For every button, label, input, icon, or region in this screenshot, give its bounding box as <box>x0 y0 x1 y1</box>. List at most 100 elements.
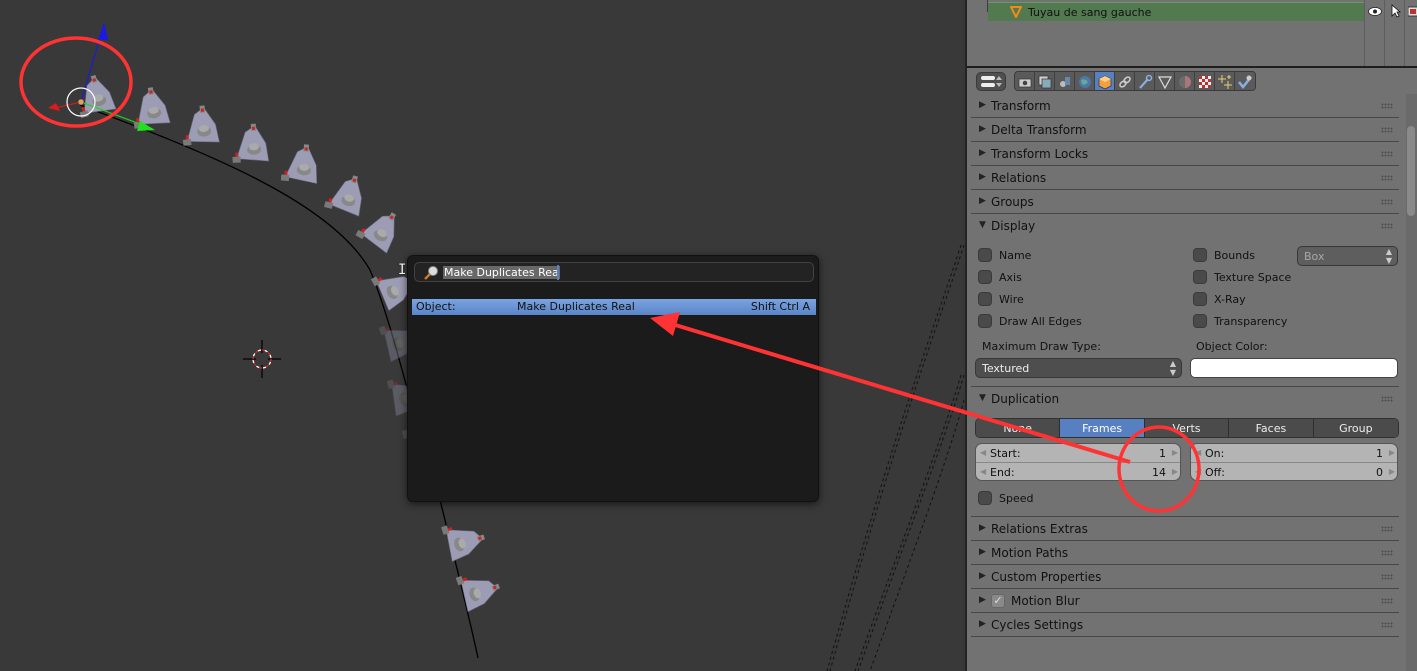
editor-type-selector[interactable] <box>976 72 1006 91</box>
tab-constraints[interactable] <box>1115 72 1135 90</box>
object-color-swatch[interactable] <box>1190 358 1398 378</box>
increment-arrow-icon[interactable]: ▶ <box>1389 467 1395 476</box>
texture-space-checkbox[interactable] <box>1193 270 1207 284</box>
speed-checkbox[interactable] <box>978 491 992 505</box>
panel-relations-extras[interactable]: ▶ Relations Extras <box>971 517 1399 541</box>
wire-checkbox[interactable] <box>978 292 992 306</box>
panel-drag-grip[interactable] <box>1381 199 1393 205</box>
panel-delta-transform[interactable]: ▶ Delta Transform <box>971 118 1399 142</box>
panel-title: Delta Transform <box>991 123 1087 137</box>
updown-arrows-icon: ▲ ▼ <box>1385 247 1392 265</box>
name-checkbox[interactable] <box>978 248 992 262</box>
motion-blur-checkbox[interactable]: ✓ <box>991 594 1005 608</box>
tab-render[interactable] <box>1015 72 1035 90</box>
duplication-mode-frames[interactable]: Frames <box>1060 419 1145 437</box>
increment-arrow-icon[interactable]: ▶ <box>1172 467 1178 476</box>
panel-cycles-settings[interactable]: ▶ Cycles Settings <box>971 613 1399 637</box>
duplication-mode-faces[interactable]: Faces <box>1229 419 1314 437</box>
duplication-mode-verts[interactable]: Verts <box>1144 419 1230 437</box>
end-frame-field[interactable]: ◀ End: 14 ▶ <box>976 463 1180 480</box>
panel-title: Cycles Settings <box>991 618 1084 632</box>
start-frame-field[interactable]: ◀ Start: 1 ▶ <box>976 444 1180 463</box>
panel-drag-grip[interactable] <box>1381 550 1393 556</box>
tab-scene[interactable] <box>1055 72 1075 90</box>
object-icon <box>1098 75 1111 90</box>
axis-checkbox[interactable] <box>978 270 992 284</box>
draw-all-edges-checkbox[interactable] <box>978 314 992 328</box>
bounds-type-dropdown[interactable]: Box ▲ ▼ <box>1297 246 1398 266</box>
tab-texture[interactable] <box>1195 72 1215 90</box>
tab-particles[interactable] <box>1215 72 1235 90</box>
decrement-arrow-icon[interactable]: ◀ <box>980 467 986 476</box>
result-category: Object: <box>416 300 456 313</box>
duplicate-object[interactable] <box>355 202 405 254</box>
duplicate-object[interactable] <box>280 143 320 184</box>
panel-duplication[interactable]: ▼ Duplication <box>971 387 1399 411</box>
duplicate-object[interactable] <box>441 515 488 562</box>
scrollbar-thumb[interactable] <box>1407 126 1415 216</box>
duplication-mode-group[interactable]: Group <box>1313 419 1398 437</box>
context-tabs <box>1014 71 1256 91</box>
panel-relations[interactable]: ▶ Relations <box>971 166 1399 190</box>
panel-motion-blur[interactable]: ▶ ✓ Motion Blur <box>971 589 1399 613</box>
panel-drag-grip[interactable] <box>1381 526 1393 532</box>
tab-render-layers[interactable] <box>1035 72 1055 90</box>
render-camera-icon[interactable] <box>1408 5 1417 17</box>
search-result-item[interactable]: Object: Make Duplicates Real Shift Ctrl … <box>412 299 816 315</box>
decrement-arrow-icon[interactable]: ◀ <box>980 448 986 457</box>
collapsed-arrow-icon: ▶ <box>979 196 986 206</box>
duplicate-object[interactable] <box>180 104 220 146</box>
panel-drag-grip[interactable] <box>1381 223 1393 229</box>
text-caret <box>557 265 559 280</box>
max-draw-type-label: Maximum Draw Type: <box>982 340 1101 353</box>
x-ray-checkbox[interactable] <box>1193 292 1207 306</box>
panel-drag-grip[interactable] <box>1381 151 1393 157</box>
increment-arrow-icon[interactable]: ▶ <box>1389 448 1395 457</box>
outliner-item-selected[interactable]: Tuyau de sang gauche <box>988 2 1365 21</box>
outliner[interactable]: Tuyau de sang gauche <box>967 0 1417 66</box>
panel-title: Relations Extras <box>991 522 1088 536</box>
collapsed-arrow-icon: ▶ <box>979 547 986 557</box>
tab-object[interactable] <box>1095 72 1115 90</box>
panel-drag-grip[interactable] <box>1381 622 1393 628</box>
panel-transform[interactable]: ▶ Transform <box>971 94 1399 118</box>
off-frames-field[interactable]: ◀ Off: 0 ▶ <box>1191 463 1397 480</box>
duplicate-object[interactable] <box>323 170 369 217</box>
panel-groups[interactable]: ▶ Groups <box>971 190 1399 214</box>
panel-drag-grip[interactable] <box>1381 127 1393 133</box>
panel-drag-grip[interactable] <box>1381 103 1393 109</box>
eye-icon[interactable] <box>1368 7 1382 16</box>
tab-world[interactable] <box>1075 72 1095 90</box>
panel-drag-grip[interactable] <box>1381 175 1393 181</box>
tab-physics[interactable] <box>1235 72 1255 90</box>
duplicate-object[interactable] <box>455 565 504 613</box>
on-frames-field[interactable]: ◀ On: 1 ▶ <box>1191 444 1397 463</box>
panel-display[interactable]: ▼ Display <box>971 214 1399 238</box>
panel-title: Motion Paths <box>991 546 1069 560</box>
panel-drag-grip[interactable] <box>1381 396 1393 402</box>
duplication-mode-none[interactable]: None <box>976 419 1061 437</box>
panel-drag-grip[interactable] <box>1381 598 1393 604</box>
decrement-arrow-icon[interactable]: ◀ <box>1195 467 1201 476</box>
checkbox-label: Name <box>999 249 1032 262</box>
search-input[interactable]: Make Duplicates Rea <box>414 262 814 282</box>
panel-motion-paths[interactable]: ▶ Motion Paths <box>971 541 1399 565</box>
increment-arrow-icon[interactable]: ▶ <box>1172 448 1178 457</box>
decrement-arrow-icon[interactable]: ◀ <box>1195 448 1201 457</box>
properties-editor[interactable]: ▶ Transform ▶ Delta Transform ▶ Transform Loc… <box>967 68 1417 671</box>
cursor-select-icon[interactable] <box>1391 4 1401 18</box>
panel-drag-grip[interactable] <box>1381 574 1393 580</box>
tab-data[interactable] <box>1155 72 1175 90</box>
tab-material[interactable] <box>1175 72 1195 90</box>
checkbox-label: Texture Space <box>1214 271 1292 284</box>
duplicate-object[interactable] <box>231 123 270 163</box>
collapsed-arrow-icon: ▶ <box>979 523 986 533</box>
bounds-checkbox[interactable] <box>1193 248 1207 262</box>
object-color-label: Object Color: <box>1196 340 1268 353</box>
panel-transform-locks[interactable]: ▶ Transform Locks <box>971 142 1399 166</box>
transparency-checkbox[interactable] <box>1193 314 1207 328</box>
scrollbar-track[interactable] <box>1406 94 1417 671</box>
tab-modifiers[interactable] <box>1135 72 1155 90</box>
panel-custom-properties[interactable]: ▶ Custom Properties <box>971 565 1399 589</box>
max-draw-type-dropdown[interactable]: Textured ▲ ▼ <box>975 358 1182 378</box>
